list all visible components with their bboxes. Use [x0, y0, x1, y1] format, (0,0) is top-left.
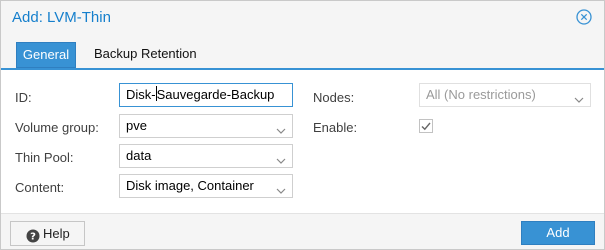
id-label: ID: — [15, 90, 32, 105]
id-field[interactable]: Disk-Sauvegarde-Backup — [119, 83, 293, 107]
svg-text:?: ? — [30, 232, 36, 243]
nodes-value: All (No restrictions) — [426, 87, 536, 102]
content-label: Content: — [15, 180, 65, 195]
nodes-label: Nodes: — [313, 90, 355, 105]
content-value: Disk image, Container — [126, 178, 254, 193]
add-storage-dialog: Add: LVM-Thin General Backup Retention I… — [0, 0, 605, 250]
volume-group-value: pve — [126, 118, 147, 133]
chevron-down-icon[interactable] — [574, 90, 584, 103]
id-value-end: Sauvegarde-Backup — [156, 87, 275, 102]
volume-group-label: Volume group: — [15, 120, 99, 135]
thin-pool-label: Thin Pool: — [15, 150, 74, 165]
help-button-label: Help — [43, 226, 70, 241]
chevron-down-icon[interactable] — [276, 151, 286, 164]
enable-label: Enable: — [313, 120, 358, 135]
checkmark-icon — [421, 122, 431, 131]
tab-bar: General Backup Retention — [1, 34, 604, 70]
dialog-title: Add: LVM-Thin — [12, 9, 111, 26]
thin-pool-select[interactable]: data — [119, 144, 293, 168]
id-value-start: Disk- — [126, 87, 156, 102]
dialog-body: ID: Disk-Sauvegarde-Backup Volume group:… — [1, 72, 604, 213]
enable-checkbox[interactable] — [419, 119, 433, 133]
tab-backup-retention[interactable]: Backup Retention — [86, 42, 205, 68]
content-select[interactable]: Disk image, Container — [119, 174, 293, 198]
chevron-down-icon[interactable] — [276, 121, 286, 134]
dialog-footer: ? Help Add — [1, 213, 604, 249]
thin-pool-value: data — [126, 148, 152, 163]
close-icon[interactable] — [576, 9, 592, 25]
add-button[interactable]: Add — [521, 221, 595, 245]
nodes-select[interactable]: All (No restrictions) — [419, 83, 591, 107]
question-circle-icon: ? — [26, 227, 40, 243]
chevron-down-icon[interactable] — [276, 181, 286, 194]
dialog-titlebar: Add: LVM-Thin — [1, 1, 604, 34]
volume-group-select[interactable]: pve — [119, 114, 293, 138]
tab-general[interactable]: General — [16, 42, 76, 68]
help-button[interactable]: ? Help — [10, 221, 85, 246]
